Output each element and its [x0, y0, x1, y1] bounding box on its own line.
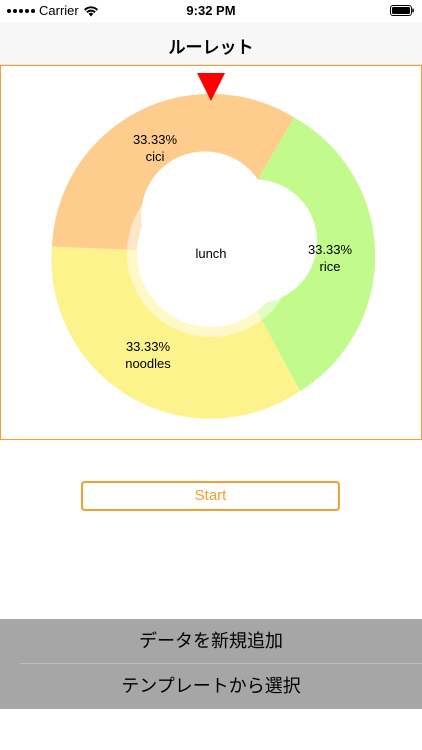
status-time: 9:32 PM: [186, 3, 236, 18]
add-new-data-button[interactable]: データを新規追加: [0, 619, 422, 664]
roulette-center-label: lunch: [195, 246, 226, 261]
segment-rice-percent: 33.33%: [308, 242, 353, 257]
navigation-bar: ルーレット: [0, 22, 422, 65]
start-button[interactable]: Start: [81, 481, 340, 511]
battery-icon: [390, 5, 414, 16]
page-title: ルーレット: [168, 38, 254, 58]
bottom-action-panel: データを新規追加 テンプレートから選択: [0, 619, 422, 709]
status-bar: Carrier 9:32 PM: [0, 0, 422, 22]
segment-noodles-name: noodles: [125, 356, 171, 371]
select-template-button[interactable]: テンプレートから選択: [0, 664, 422, 709]
segment-rice-name: rice: [320, 259, 341, 274]
segment-cici-percent: 33.33%: [133, 132, 178, 147]
segment-cici-name: cici: [146, 149, 165, 164]
roulette-wheel[interactable]: lunch 33.33% rice 33.33% noodles 33.33% …: [1, 66, 421, 439]
segment-noodles-percent: 33.33%: [126, 339, 171, 354]
roulette-frame: lunch 33.33% rice 33.33% noodles 33.33% …: [0, 65, 422, 440]
